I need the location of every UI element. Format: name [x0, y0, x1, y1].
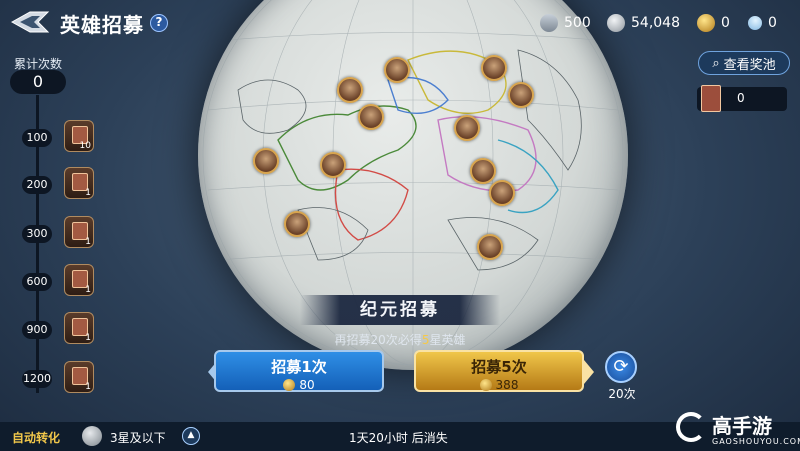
- milestone-reward[interactable]: 1: [64, 216, 94, 248]
- resource-value: 500: [564, 15, 591, 31]
- hero-portrait[interactable]: [477, 234, 503, 260]
- cumulative-count-value: 0: [10, 70, 66, 94]
- milestone: 100 10: [0, 120, 110, 154]
- milestone-threshold: 600: [22, 273, 52, 291]
- hero-portrait[interactable]: [489, 180, 515, 206]
- gold-coin-icon: [283, 379, 296, 391]
- watermark-logo: 高手游 GAOSHOUYOU.COM: [676, 410, 800, 450]
- hero-portrait[interactable]: [470, 158, 496, 184]
- refresh-icon: ⟳: [613, 356, 629, 377]
- milestone: 300 1: [0, 216, 110, 250]
- pool-item[interactable]: 0: [697, 85, 787, 112]
- hero-portrait[interactable]: [320, 152, 346, 178]
- recruit-five-cost: 388: [416, 378, 582, 392]
- refresh-label: 20次: [608, 387, 636, 401]
- milestone-reward[interactable]: 1: [64, 167, 94, 199]
- milestone-threshold: 1200: [22, 370, 52, 388]
- back-arrow-icon: [10, 11, 50, 33]
- search-icon: ⌕: [712, 55, 720, 71]
- silver-coin-icon: [607, 14, 625, 32]
- page-title: 英雄招募: [60, 13, 144, 37]
- resource-value: 0: [768, 15, 777, 31]
- milestone-reward[interactable]: 1: [64, 361, 94, 393]
- guarantee-prefix: 再招募20次必得: [334, 333, 422, 347]
- resource-crown: 500: [540, 13, 591, 33]
- view-pool-button[interactable]: ⌕ 查看奖池: [698, 51, 790, 75]
- hero-portrait[interactable]: [358, 104, 384, 130]
- milestone-threshold: 300: [22, 225, 52, 243]
- silver-medal-icon: [82, 426, 102, 446]
- reward-count: 1: [85, 237, 91, 247]
- recruit-once-cost: 80: [216, 378, 382, 392]
- watermark-sub: GAOSHOUYOU.COM: [712, 437, 800, 446]
- recruit-once-label: 招募1次: [271, 358, 327, 376]
- milestone-reward[interactable]: 1: [64, 264, 94, 296]
- guarantee-text: 再招募20次必得5星英雄: [300, 331, 500, 348]
- milestone-threshold: 200: [22, 176, 52, 194]
- crown-icon: [540, 14, 558, 32]
- auto-convert-value: 3星及以下: [110, 431, 166, 445]
- hero-portrait[interactable]: [384, 57, 410, 83]
- reward-count: 1: [85, 333, 91, 343]
- diamond-icon: [745, 13, 765, 33]
- pool-item-count: 0: [737, 91, 745, 105]
- gold-coin-icon: [479, 379, 492, 391]
- resource-value: 0: [721, 15, 730, 31]
- milestone: 200 1: [0, 167, 110, 201]
- refresh-button[interactable]: ⟳: [605, 351, 637, 383]
- cost-value: 388: [495, 378, 519, 392]
- milestone-threshold: 100: [22, 129, 52, 147]
- resource-gold: 0: [697, 13, 730, 33]
- milestone-threshold: 900: [22, 321, 52, 339]
- expire-text: 1天20小时 后消失: [349, 431, 448, 445]
- watermark-title: 高手游: [712, 414, 772, 438]
- recruit-card-icon: [701, 85, 721, 112]
- cost-value: 80: [299, 378, 315, 392]
- reward-count: 1: [85, 188, 91, 198]
- gold-coin-icon: [697, 14, 715, 32]
- reward-count: 1: [85, 285, 91, 295]
- reward-count: 10: [79, 141, 91, 151]
- recruit-once-button[interactable]: 招募1次 80: [214, 350, 384, 392]
- hero-portrait[interactable]: [481, 55, 507, 81]
- g-logo-icon: [676, 412, 706, 442]
- milestone: 1200 1: [0, 361, 110, 395]
- recruit-five-button[interactable]: 招募5次 388: [414, 350, 584, 392]
- resource-value: 54,048: [631, 15, 680, 31]
- auto-convert-label: 自动转化: [12, 431, 61, 445]
- resource-diamond: 0: [745, 13, 777, 33]
- view-pool-label: 查看奖池: [723, 57, 776, 73]
- recruit-five-label: 招募5次: [471, 358, 527, 376]
- right-arrow-deco: [584, 360, 594, 384]
- milestone-reward[interactable]: 1: [64, 312, 94, 344]
- hero-portrait[interactable]: [337, 77, 363, 103]
- help-icon[interactable]: ?: [150, 14, 168, 32]
- resource-silver: 54,048: [607, 13, 680, 33]
- hero-portrait[interactable]: [508, 82, 534, 108]
- milestone: 900 1: [0, 312, 110, 346]
- hero-portrait[interactable]: [253, 148, 279, 174]
- milestone-reward[interactable]: 10: [64, 120, 94, 152]
- hero-portrait[interactable]: [454, 115, 480, 141]
- banner-title: 纪元招募: [360, 300, 440, 320]
- chevron-up-icon[interactable]: ▲: [182, 427, 200, 445]
- reward-count: 1: [85, 382, 91, 392]
- recruit-banner: 纪元招募: [300, 295, 500, 325]
- milestone: 600 1: [0, 264, 110, 298]
- back-button[interactable]: [8, 8, 52, 36]
- top-bar: 英雄招募 ? 500 54,048 0 0: [0, 0, 800, 44]
- hero-portrait[interactable]: [284, 211, 310, 237]
- guarantee-suffix: 星英雄: [429, 333, 466, 347]
